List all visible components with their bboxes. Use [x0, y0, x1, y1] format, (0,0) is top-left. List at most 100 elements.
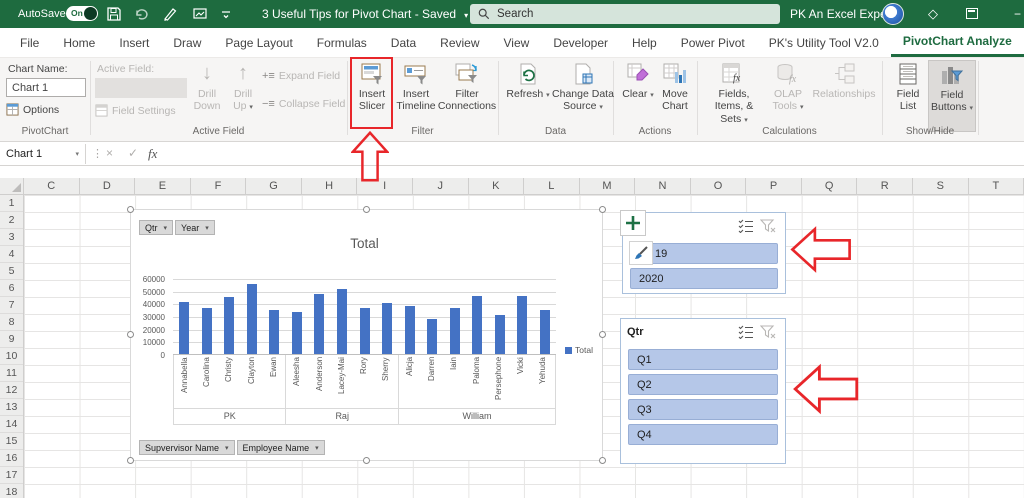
insert-function-button[interactable]: fx: [148, 146, 157, 162]
column-header-S[interactable]: S: [913, 178, 969, 194]
tab-page-layout[interactable]: Page Layout: [213, 28, 304, 57]
qtr-item-q1[interactable]: Q1: [628, 349, 778, 370]
row-header-14[interactable]: 14: [0, 416, 23, 433]
multi-select-icon[interactable]: [735, 323, 757, 341]
bar-ewan[interactable]: [269, 310, 279, 354]
column-header-F[interactable]: F: [191, 178, 247, 194]
bar-clayton[interactable]: [247, 284, 257, 354]
relationships-button[interactable]: Relationships: [810, 60, 878, 132]
premium-diamond-icon[interactable]: ◇: [928, 8, 938, 20]
row-header-6[interactable]: 6: [0, 280, 23, 297]
row-header-1[interactable]: 1: [0, 195, 23, 212]
bar-iain[interactable]: [450, 308, 460, 354]
pivot-chart[interactable]: Qtr▾ Year▾ Total 60000500004000030000200…: [130, 209, 603, 461]
year-field-button[interactable]: Year▾: [175, 220, 215, 235]
chart-resize-handle[interactable]: [599, 206, 606, 213]
chart-resize-handle[interactable]: [599, 331, 606, 338]
tab-pivotchart-analyze[interactable]: PivotChart Analyze: [891, 28, 1024, 57]
bar-lacey-mai[interactable]: [337, 289, 347, 354]
tab-draw[interactable]: Draw: [161, 28, 213, 57]
column-header-H[interactable]: H: [302, 178, 358, 194]
row-header-17[interactable]: 17: [0, 467, 23, 484]
multi-select-icon[interactable]: [735, 217, 757, 235]
expand-field-button[interactable]: +≡ Expand Field: [262, 70, 340, 82]
restore-window-icon[interactable]: [966, 8, 978, 19]
row-header-11[interactable]: 11: [0, 365, 23, 382]
clear-filter-icon[interactable]: [757, 323, 779, 341]
qtr-item-q3[interactable]: Q3: [628, 399, 778, 420]
qtr-field-button[interactable]: Qtr▾: [139, 220, 173, 235]
tab-home[interactable]: Home: [51, 28, 107, 57]
save-icon[interactable]: [106, 6, 122, 22]
qtr-item-q4[interactable]: Q4: [628, 424, 778, 445]
employee-name-field-button[interactable]: Employee Name▾: [237, 440, 325, 455]
formula-input[interactable]: [162, 143, 1024, 165]
chart-legend[interactable]: Total: [565, 345, 593, 355]
autosave-toggle[interactable]: On: [66, 6, 98, 21]
row-header-4[interactable]: 4: [0, 246, 23, 263]
account-name[interactable]: PK An Excel Expert: [790, 7, 894, 21]
fields-items-sets-button[interactable]: fx Fields, Items, & Sets ▾: [704, 60, 764, 132]
search-input[interactable]: Search: [470, 4, 780, 24]
clear-button[interactable]: Clear ▾: [621, 60, 655, 132]
row-header-12[interactable]: 12: [0, 382, 23, 399]
bar-persephone[interactable]: [495, 315, 505, 354]
chart-title[interactable]: Total: [173, 236, 556, 251]
tab-file[interactable]: File: [8, 28, 51, 57]
bar-anderson[interactable]: [314, 294, 324, 354]
field-settings-button[interactable]: Field Settings: [95, 104, 176, 117]
insert-timeline-button[interactable]: Insert Timeline: [394, 60, 438, 132]
ribbon-options-chevron-icon[interactable]: [220, 6, 232, 22]
tab-power-pivot[interactable]: Power Pivot: [669, 28, 757, 57]
row-header-9[interactable]: 9: [0, 331, 23, 348]
tab-data[interactable]: Data: [379, 28, 428, 57]
minimize-icon[interactable]: −: [1014, 8, 1021, 20]
undo-icon[interactable]: [134, 6, 150, 22]
supervisor-name-field-button[interactable]: Supvervisor Name▾: [139, 440, 235, 455]
year-item-2020[interactable]: 2020: [630, 268, 778, 289]
bar-paloma[interactable]: [472, 296, 482, 354]
row-header-2[interactable]: 2: [0, 212, 23, 229]
tab-formulas[interactable]: Formulas: [305, 28, 379, 57]
refresh-button[interactable]: Refresh ▾: [506, 60, 550, 132]
qtr-item-q2[interactable]: Q2: [628, 374, 778, 395]
bar-darren[interactable]: [427, 319, 437, 354]
field-list-button[interactable]: Field List: [890, 60, 926, 132]
bar-aleesha[interactable]: [292, 312, 302, 354]
column-header-O[interactable]: O: [691, 178, 747, 194]
tab-insert[interactable]: Insert: [107, 28, 161, 57]
clear-filter-icon[interactable]: [757, 217, 779, 235]
share-picture-icon[interactable]: [192, 6, 208, 22]
column-header-E[interactable]: E: [135, 178, 191, 194]
year-item-19[interactable]: 19: [630, 243, 778, 264]
chart-resize-handle[interactable]: [599, 457, 606, 464]
chart-resize-handle[interactable]: [363, 206, 370, 213]
bar-sherry[interactable]: [382, 303, 392, 354]
title-caret-icon[interactable]: ▾: [464, 11, 468, 20]
column-header-G[interactable]: G: [246, 178, 302, 194]
options-button[interactable]: Options: [6, 103, 59, 116]
name-box-caret-icon[interactable]: ▾: [75, 150, 79, 158]
chart-resize-handle[interactable]: [127, 331, 134, 338]
column-header-M[interactable]: M: [580, 178, 636, 194]
row-header-7[interactable]: 7: [0, 297, 23, 314]
enter-button[interactable]: ✓: [128, 146, 138, 160]
tab-help[interactable]: Help: [620, 28, 669, 57]
column-header-T[interactable]: T: [969, 178, 1024, 194]
name-box[interactable]: Chart 1▾: [0, 144, 86, 164]
chart-name-input[interactable]: Chart 1: [6, 78, 86, 97]
change-data-source-button[interactable]: Change Data Source ▾: [552, 60, 614, 132]
chart-resize-handle[interactable]: [127, 206, 134, 213]
field-buttons-button[interactable]: Field Buttons ▾: [928, 60, 976, 132]
move-chart-button[interactable]: Move Chart: [656, 60, 694, 132]
year-slicer[interactable]: 19 2020: [622, 212, 786, 294]
select-all-corner[interactable]: [0, 178, 24, 195]
column-header-N[interactable]: N: [635, 178, 691, 194]
column-header-D[interactable]: D: [80, 178, 136, 194]
row-header-13[interactable]: 13: [0, 399, 23, 416]
tab-view[interactable]: View: [492, 28, 542, 57]
bar-annabella[interactable]: [179, 302, 189, 354]
row-header-15[interactable]: 15: [0, 433, 23, 450]
account-avatar[interactable]: [882, 3, 904, 25]
column-header-P[interactable]: P: [746, 178, 802, 194]
